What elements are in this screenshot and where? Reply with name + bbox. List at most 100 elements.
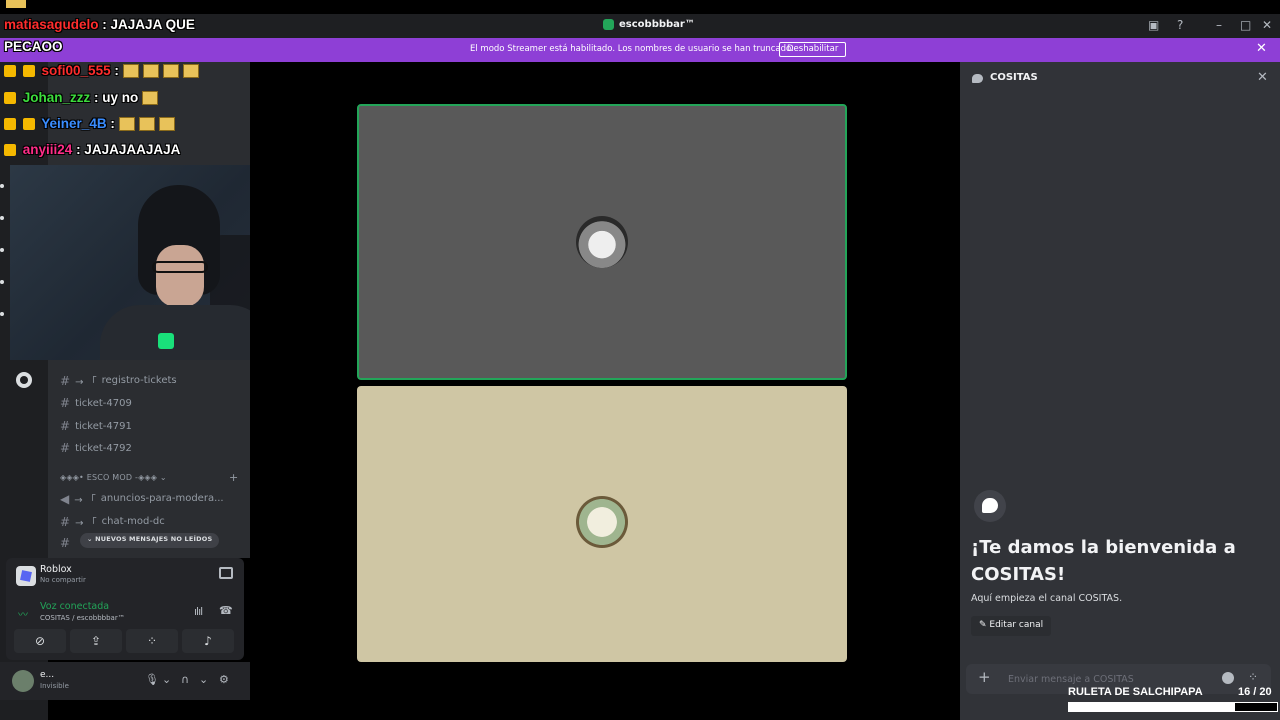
emoji-icon[interactable] [1222,672,1234,684]
ruleta-count: 16 / 20 [1238,686,1272,698]
camera-button[interactable]: ⊘ [14,629,66,653]
hash-icon: # [60,441,71,455]
close-window-icon[interactable]: ✕ [1262,18,1272,32]
ruleta-progress-bar [1068,702,1278,712]
emote-icon [118,117,135,132]
text-chat-panel: COSITAS ✕ ¡Te damos la bienvenida a COSI… [960,62,1280,720]
crown-badge-icon [22,118,35,131]
avatar[interactable] [12,670,34,692]
channel-item[interactable]: # [60,536,70,550]
noise-suppression-icon[interactable]: ılıl [194,605,203,618]
welcome-heading: ¡Te damos la bienvenida a COSITAS! [971,537,1236,585]
gear-icon[interactable]: ⚙ [219,673,229,686]
roblox-icon [16,566,36,586]
chat-line: PECAOO [4,39,63,54]
chevron-down-icon[interactable]: ⌄ [199,673,208,686]
minimize-icon[interactable]: – [1216,18,1222,32]
subscriber-badge-icon [4,92,16,105]
announcement-icon: ◀ [60,491,70,506]
subscriber-badge-icon [4,118,16,131]
category-header[interactable]: ◈◈◈• ESCO MOD -◈◈◈ ⌄ [60,473,167,482]
screen-share-icon[interactable]: ▣ [1148,18,1159,32]
emote-icon [142,64,159,79]
channel-item[interactable]: # ticket-4792 [60,441,132,455]
subscriber-badge-icon [4,144,16,157]
unread-dot [0,216,4,220]
activity-title: Roblox [40,564,72,575]
welcome-subtitle: Aquí empieza el canal COSITAS. [971,593,1123,604]
soundboard-button[interactable]: ♪ [182,629,234,653]
chat-line: Yeiner_4B : [4,116,179,132]
channel-item[interactable]: # ticket-4791 [60,419,132,433]
pencil-icon: ✎ [979,620,990,630]
apps-icon[interactable]: ⁘ [1248,670,1258,684]
discover-icon[interactable] [16,372,32,388]
chat-line: anyiii24 : JAJAJAAJAJA [4,142,180,157]
help-icon[interactable]: ? [1177,18,1183,32]
emote-icon [6,0,26,8]
plus-icon[interactable]: + [978,668,991,686]
voice-status: Voz conectada [40,601,110,612]
hash-icon: # [60,373,71,388]
channel-item[interactable]: # ticket-4709 [60,396,132,410]
ruleta-progress-fill [1069,703,1236,711]
unread-dot [0,312,4,316]
ruleta-overlay: RULETA DE SALCHIPAPA 16 / 20 [1066,684,1280,720]
webcam-microphone [158,333,174,349]
maximize-icon[interactable]: □ [1240,18,1251,32]
user-bar: e... Invisible 🎙 ⌄ ∩ ⌄ ⚙ [0,662,250,700]
banner-message: El modo Streamer está habilitado. Los no… [470,44,794,54]
microphone-icon[interactable]: 🎙 [145,673,159,686]
emote-icon [182,64,199,79]
emote-icon [162,64,179,79]
chat-line: sofi00_555 : [4,63,203,79]
unread-dot [0,248,4,252]
hash-icon: # [60,396,71,410]
close-chat-icon[interactable]: ✕ [1257,70,1268,85]
channel-item[interactable]: # → 「 chat-mod-dc [60,514,165,530]
emote-icon [142,91,159,106]
emote-icon [158,117,175,132]
ruleta-label: RULETA DE SALCHIPAPA [1068,686,1203,698]
hash-icon: # [60,419,71,433]
emote-icon [122,64,139,79]
channel-welcome-icon [974,490,1006,522]
activity-subtitle: No compartir [40,576,86,584]
server-title: escobbbbar™ [603,19,695,30]
hash-icon: # [60,536,71,550]
streamer-mode-banner: El modo Streamer está habilitado. Los no… [0,38,1280,62]
username: e... [40,670,55,680]
server-icon [603,19,614,30]
stream-game-button[interactable] [219,567,233,579]
participant-avatar [576,496,628,548]
edit-channel-button[interactable]: ✎ Editar canal [971,616,1052,636]
voice-channel[interactable]: COSITAS / escobbbbar™ [40,614,125,622]
hash-icon: # [60,514,71,529]
channel-item[interactable]: # → 「 registro-tickets [60,373,177,389]
crown-badge-icon [22,65,35,78]
activities-button[interactable]: ⁘ [126,629,178,653]
close-banner-icon[interactable]: ✕ [1256,41,1267,56]
chat-panel-title: COSITAS [990,72,1038,83]
activity-voice-panel: Roblox No compartir 〰 Voz conectada COSI… [6,558,244,660]
signal-icon[interactable]: 〰 [18,606,28,621]
chevron-down-icon[interactable]: ⌄ [162,673,171,686]
webcam-person-body [100,305,270,360]
headphones-icon[interactable]: ∩ [181,673,189,686]
chat-line: matiasagudelo : JAJAJA QUE [4,17,195,32]
disable-streamer-button[interactable]: Deshabilitar [779,42,847,57]
unread-dot [0,184,4,188]
subscriber-badge-icon [4,65,16,78]
emote-icon [138,117,155,132]
unread-dot [0,280,4,284]
new-messages-pill[interactable]: ⌄ NUEVOS MENSAJES NO LEÍDOS [80,533,220,548]
chat-line: Johan_zzz : uy no [4,90,162,106]
user-status: Invisible [40,682,69,690]
share-screen-button[interactable]: ⇪ [70,629,122,653]
chat-bubble-icon [972,74,983,83]
webcam-glasses [152,261,208,273]
add-channel-icon[interactable]: + [229,471,238,484]
channel-item[interactable]: ◀ → 「 anuncios-para-modera... [60,491,224,507]
disconnect-icon[interactable]: ☎ [219,604,233,617]
participant-avatar [576,216,628,268]
